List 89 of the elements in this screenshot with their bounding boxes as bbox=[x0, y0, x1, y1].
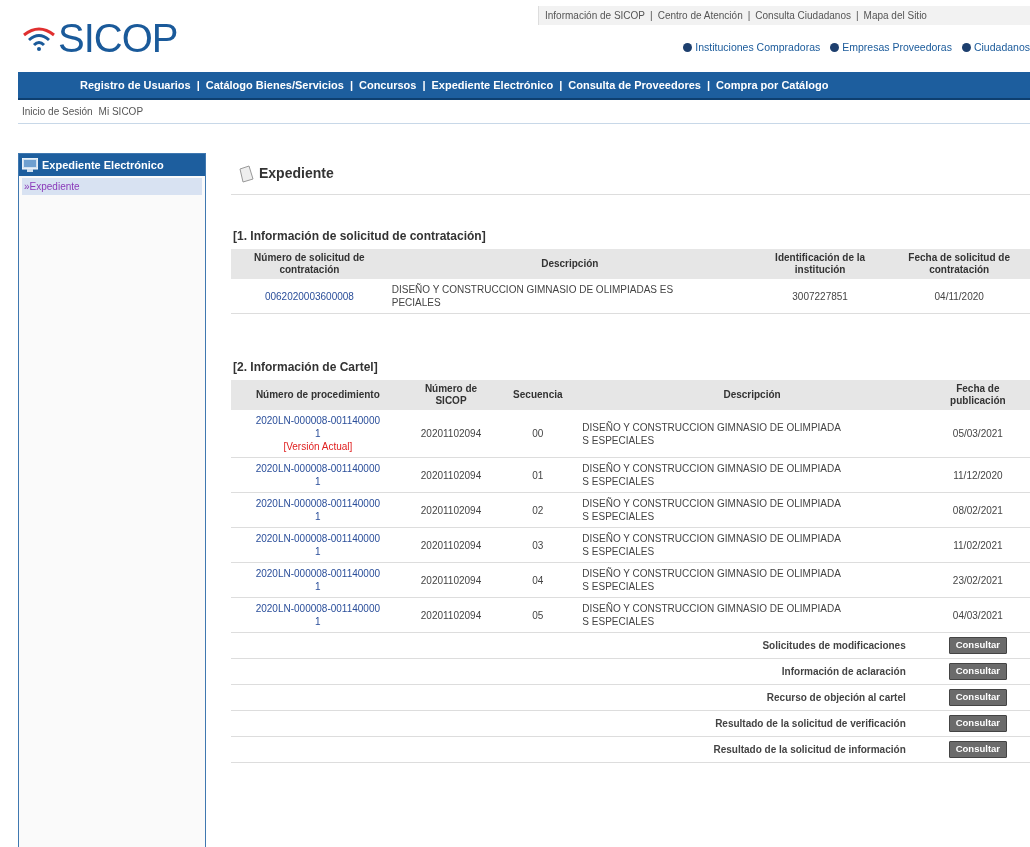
procedure-number-link[interactable]: 2020LN-000008-0011400001 bbox=[253, 532, 382, 558]
user-type-link[interactable]: Instituciones Compradoras bbox=[695, 40, 821, 56]
procedure-number-link[interactable]: 2020LN-000008-0011400001 bbox=[253, 567, 382, 593]
table-cell: 04/03/2021 bbox=[952, 609, 1003, 621]
procedure-number-link[interactable]: 2020LN-000008-0011400001 bbox=[253, 462, 382, 488]
column-header: Identificación de la institución bbox=[751, 249, 889, 279]
separator: | bbox=[650, 9, 653, 23]
table-cell-text: DISEÑO Y CONSTRUCCION GIMNASIO DE OLIMPIADAS ESPECIALES bbox=[582, 532, 842, 558]
table-cell-text: DISEÑO Y CONSTRUCCION GIMNASIO DE OLIMPIADAS ESPECIALES bbox=[582, 462, 842, 488]
table-cell: 04 bbox=[532, 574, 544, 586]
procedure-number-link[interactable]: 2020LN-000008-0011400001 bbox=[253, 497, 382, 523]
table-cell: 05/03/2021 bbox=[952, 428, 1003, 439]
breadcrumb-link[interactable]: Inicio de Sesión bbox=[22, 104, 93, 119]
nav-link[interactable]: Concursos bbox=[358, 76, 417, 94]
separator: | bbox=[349, 77, 353, 93]
top-link[interactable]: Mapa del Sitio bbox=[863, 8, 927, 23]
nav-link[interactable]: Expediente Electrónico bbox=[431, 76, 554, 94]
top-link[interactable]: Consulta Ciudadanos bbox=[755, 8, 851, 23]
user-type-link[interactable]: Ciudadanos bbox=[973, 40, 1030, 56]
consult-button[interactable]: Consultar bbox=[948, 663, 1008, 680]
column-header: Número de SICOP bbox=[404, 380, 498, 410]
top-link[interactable]: Centro de Atención bbox=[657, 8, 743, 23]
sidebar-item[interactable]: »Expediente bbox=[22, 178, 202, 195]
table-cell: 04/11/2020 bbox=[934, 290, 984, 302]
column-header: Fecha de publicación bbox=[925, 380, 1030, 410]
separator: | bbox=[422, 77, 426, 93]
action-label: Información de aclaración bbox=[781, 666, 906, 677]
table-cell: 08/02/2021 bbox=[952, 504, 1003, 516]
page-title: Expediente bbox=[259, 164, 334, 183]
table-cell: DISEÑO Y CONSTRUCCION GIMNASIO DE OLIMPIADAS ESPECIALES bbox=[391, 283, 675, 309]
table-cell: 20201102094 bbox=[420, 574, 482, 586]
column-header: Descripción bbox=[578, 380, 926, 410]
procedure-number-link[interactable]: 2020LN-000008-0011400001 bbox=[253, 414, 382, 440]
user-type-link[interactable]: Empresas Proveedoras bbox=[842, 40, 952, 56]
column-header: Fecha de solicitud de contratación bbox=[888, 249, 1030, 279]
separator: | bbox=[196, 77, 200, 93]
separator: | bbox=[855, 9, 859, 23]
column-header: Secuencia bbox=[497, 380, 579, 410]
wifi-logo-icon bbox=[22, 25, 56, 51]
table-cell: 01 bbox=[532, 469, 544, 481]
table-cell: 03 bbox=[532, 539, 544, 551]
action-label: Solicitudes de modificaciones bbox=[762, 640, 906, 651]
table-cell: 00 bbox=[532, 428, 544, 439]
table-cell: 20201102094 bbox=[420, 469, 482, 481]
document-icon bbox=[237, 164, 255, 183]
table-cell: 20201102094 bbox=[420, 609, 482, 621]
table-cell: 02 bbox=[532, 504, 544, 516]
action-label: Recurso de objeción al cartel bbox=[766, 692, 906, 703]
column-header: Número de solicitud de contratación bbox=[231, 249, 388, 279]
table-cell: 3007227851 bbox=[792, 290, 848, 302]
table-cell: 11/12/2020 bbox=[953, 469, 1003, 481]
info-icon bbox=[830, 43, 840, 53]
consult-button[interactable]: Consultar bbox=[948, 689, 1008, 706]
info-icon bbox=[961, 43, 971, 53]
table-cell: 20201102094 bbox=[420, 539, 482, 551]
nav-link[interactable]: Registro de Usuarios bbox=[80, 76, 191, 94]
separator: | bbox=[559, 77, 563, 93]
table-cell-text: DISEÑO Y CONSTRUCCION GIMNASIO DE OLIMPIADAS ESPECIALES bbox=[582, 420, 842, 447]
info-icon bbox=[683, 43, 693, 53]
table-cell: 05 bbox=[532, 609, 544, 621]
current-version-label: [Versión Actual] bbox=[283, 440, 353, 453]
separator: | bbox=[747, 9, 751, 23]
column-header: Número de procedimiento bbox=[231, 380, 405, 410]
table-cell-text: DISEÑO Y CONSTRUCCION GIMNASIO DE OLIMPIADAS ESPECIALES bbox=[582, 497, 842, 523]
request-number-link[interactable]: 0062020003600008 bbox=[264, 290, 354, 302]
separator: | bbox=[706, 77, 710, 93]
nav-link[interactable]: Compra por Catálogo bbox=[716, 76, 829, 94]
consult-button[interactable]: Consultar bbox=[948, 741, 1008, 758]
top-link[interactable]: Información de SICOP bbox=[545, 8, 646, 23]
table-cell: 11/02/2021 bbox=[953, 539, 1003, 551]
logo-text[interactable]: SICOP bbox=[58, 18, 178, 58]
column-header: Descripción bbox=[387, 249, 752, 279]
section-title: [2. Información de Cartel] bbox=[233, 359, 379, 376]
action-label: Resultado de la solicitud de información bbox=[713, 744, 906, 755]
monitor-icon bbox=[22, 158, 38, 172]
table-cell-text: DISEÑO Y CONSTRUCCION GIMNASIO DE OLIMPIADAS ESPECIALES bbox=[582, 567, 842, 593]
consult-button[interactable]: Consultar bbox=[948, 715, 1008, 732]
table-cell: 20201102094 bbox=[420, 428, 482, 439]
section-title: [1. Información de solicitud de contratación] bbox=[233, 228, 487, 245]
breadcrumb-link[interactable]: Mi SICOP bbox=[98, 104, 144, 119]
nav-link[interactable]: Consulta de Proveedores bbox=[568, 76, 701, 94]
table-cell-text: DISEÑO Y CONSTRUCCION GIMNASIO DE OLIMPIADAS ESPECIALES bbox=[582, 602, 842, 628]
table-cell: 20201102094 bbox=[420, 504, 482, 516]
nav-link[interactable]: Catálogo Bienes/Servicios bbox=[205, 76, 344, 94]
action-label: Resultado de la solicitud de verificación bbox=[715, 718, 906, 729]
table-cell: 23/02/2021 bbox=[952, 574, 1003, 586]
sidebar-title: Expediente Electrónico bbox=[42, 157, 164, 173]
consult-button[interactable]: Consultar bbox=[948, 637, 1008, 654]
procedure-number-link[interactable]: 2020LN-000008-0011400001 bbox=[253, 602, 382, 628]
